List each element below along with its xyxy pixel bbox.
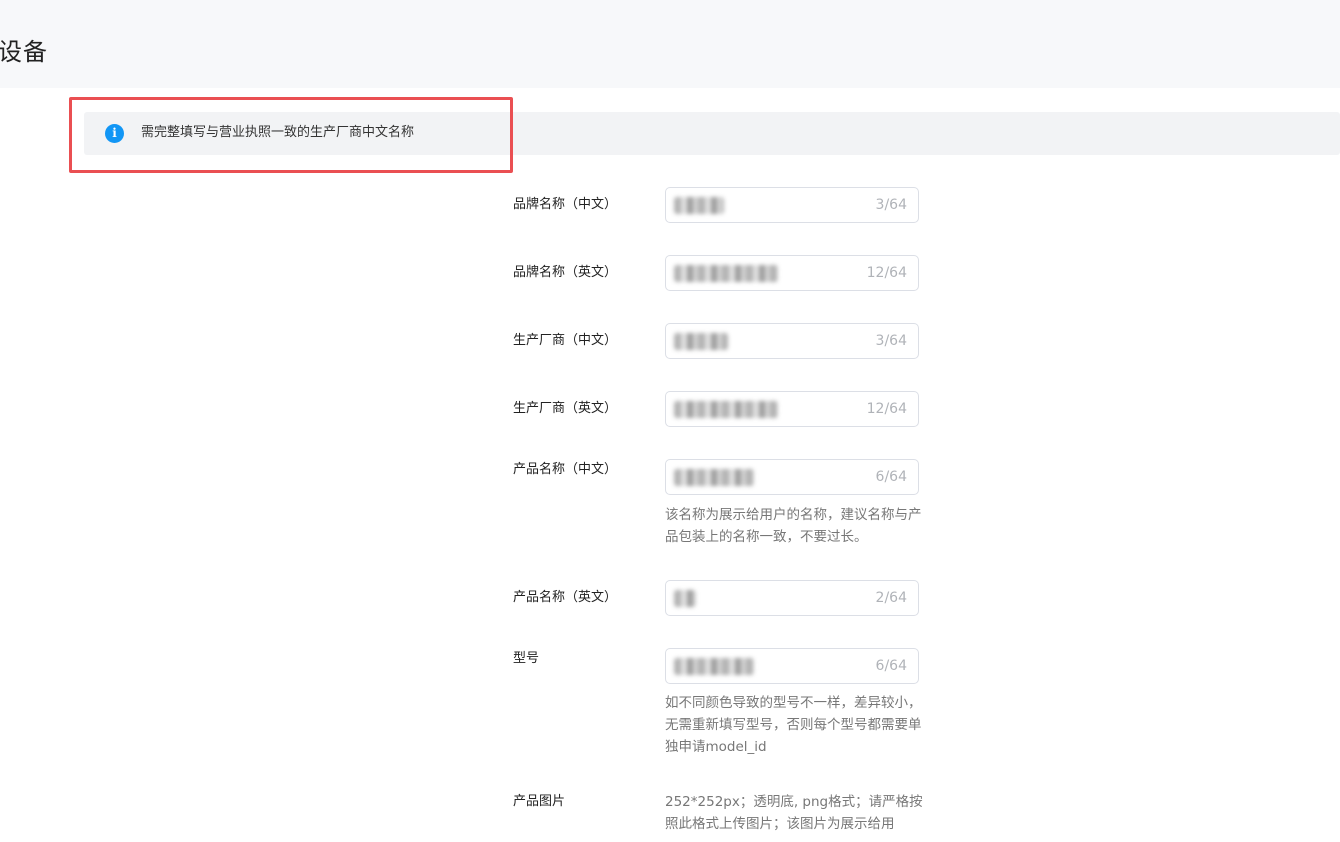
product-image-label: 产品图片 xyxy=(513,794,566,809)
blurred-value xyxy=(674,333,728,350)
product-name-cn-label: 产品名称（中文） xyxy=(513,462,618,477)
char-counter: 6/64 xyxy=(875,469,907,485)
product-image-help: 252*252px；透明底, png格式；请严格按照此格式上传图片；该图片为展示… xyxy=(665,794,923,832)
blurred-value xyxy=(674,590,696,607)
blurred-value xyxy=(674,658,754,675)
char-counter: 12/64 xyxy=(866,265,907,281)
brand-name-en-label: 品牌名称（英文） xyxy=(513,265,618,280)
product-name-en-label: 产品名称（英文） xyxy=(513,590,618,605)
page-title: 设备 xyxy=(0,38,48,66)
page: 设备 i 需完整填写与营业执照一致的生产厂商中文名称 品牌名称（中文） 3/64… xyxy=(0,0,1340,842)
char-counter: 12/64 xyxy=(866,401,907,417)
manufacturer-cn-input[interactable]: 3/64 xyxy=(665,323,919,359)
model-help: 如不同颜色导致的型号不一样，差异较小，无需重新填写型号，否则每个型号都需要单独申… xyxy=(665,695,922,755)
brand-name-en-input[interactable]: 12/64 xyxy=(665,255,919,291)
blurred-value xyxy=(674,469,754,486)
blurred-value xyxy=(674,197,724,214)
product-name-cn-input[interactable]: 6/64 xyxy=(665,459,919,495)
info-alert: i 需完整填写与营业执照一致的生产厂商中文名称 xyxy=(84,112,1340,155)
manufacturer-cn-label: 生产厂商（中文） xyxy=(513,333,618,348)
product-name-en-input[interactable]: 2/64 xyxy=(665,580,919,616)
manufacturer-en-label: 生产厂商（英文） xyxy=(513,401,618,416)
page-header: 设备 xyxy=(0,0,1340,88)
product-name-cn-help: 该名称为展示给用户的名称，建议名称与产品包装上的名称一致，不要过长。 xyxy=(665,507,922,545)
char-counter: 2/64 xyxy=(875,590,907,606)
char-counter: 6/64 xyxy=(875,658,907,674)
model-input[interactable]: 6/64 xyxy=(665,648,919,684)
brand-name-cn-label: 品牌名称（中文） xyxy=(513,197,618,212)
manufacturer-en-input[interactable]: 12/64 xyxy=(665,391,919,427)
char-counter: 3/64 xyxy=(875,333,907,349)
brand-name-cn-input[interactable]: 3/64 xyxy=(665,187,919,223)
blurred-value xyxy=(674,401,778,418)
blurred-value xyxy=(674,265,778,282)
char-counter: 3/64 xyxy=(875,197,907,213)
info-icon: i xyxy=(105,124,124,143)
model-label: 型号 xyxy=(513,651,540,666)
alert-text: 需完整填写与营业执照一致的生产厂商中文名称 xyxy=(141,125,415,140)
